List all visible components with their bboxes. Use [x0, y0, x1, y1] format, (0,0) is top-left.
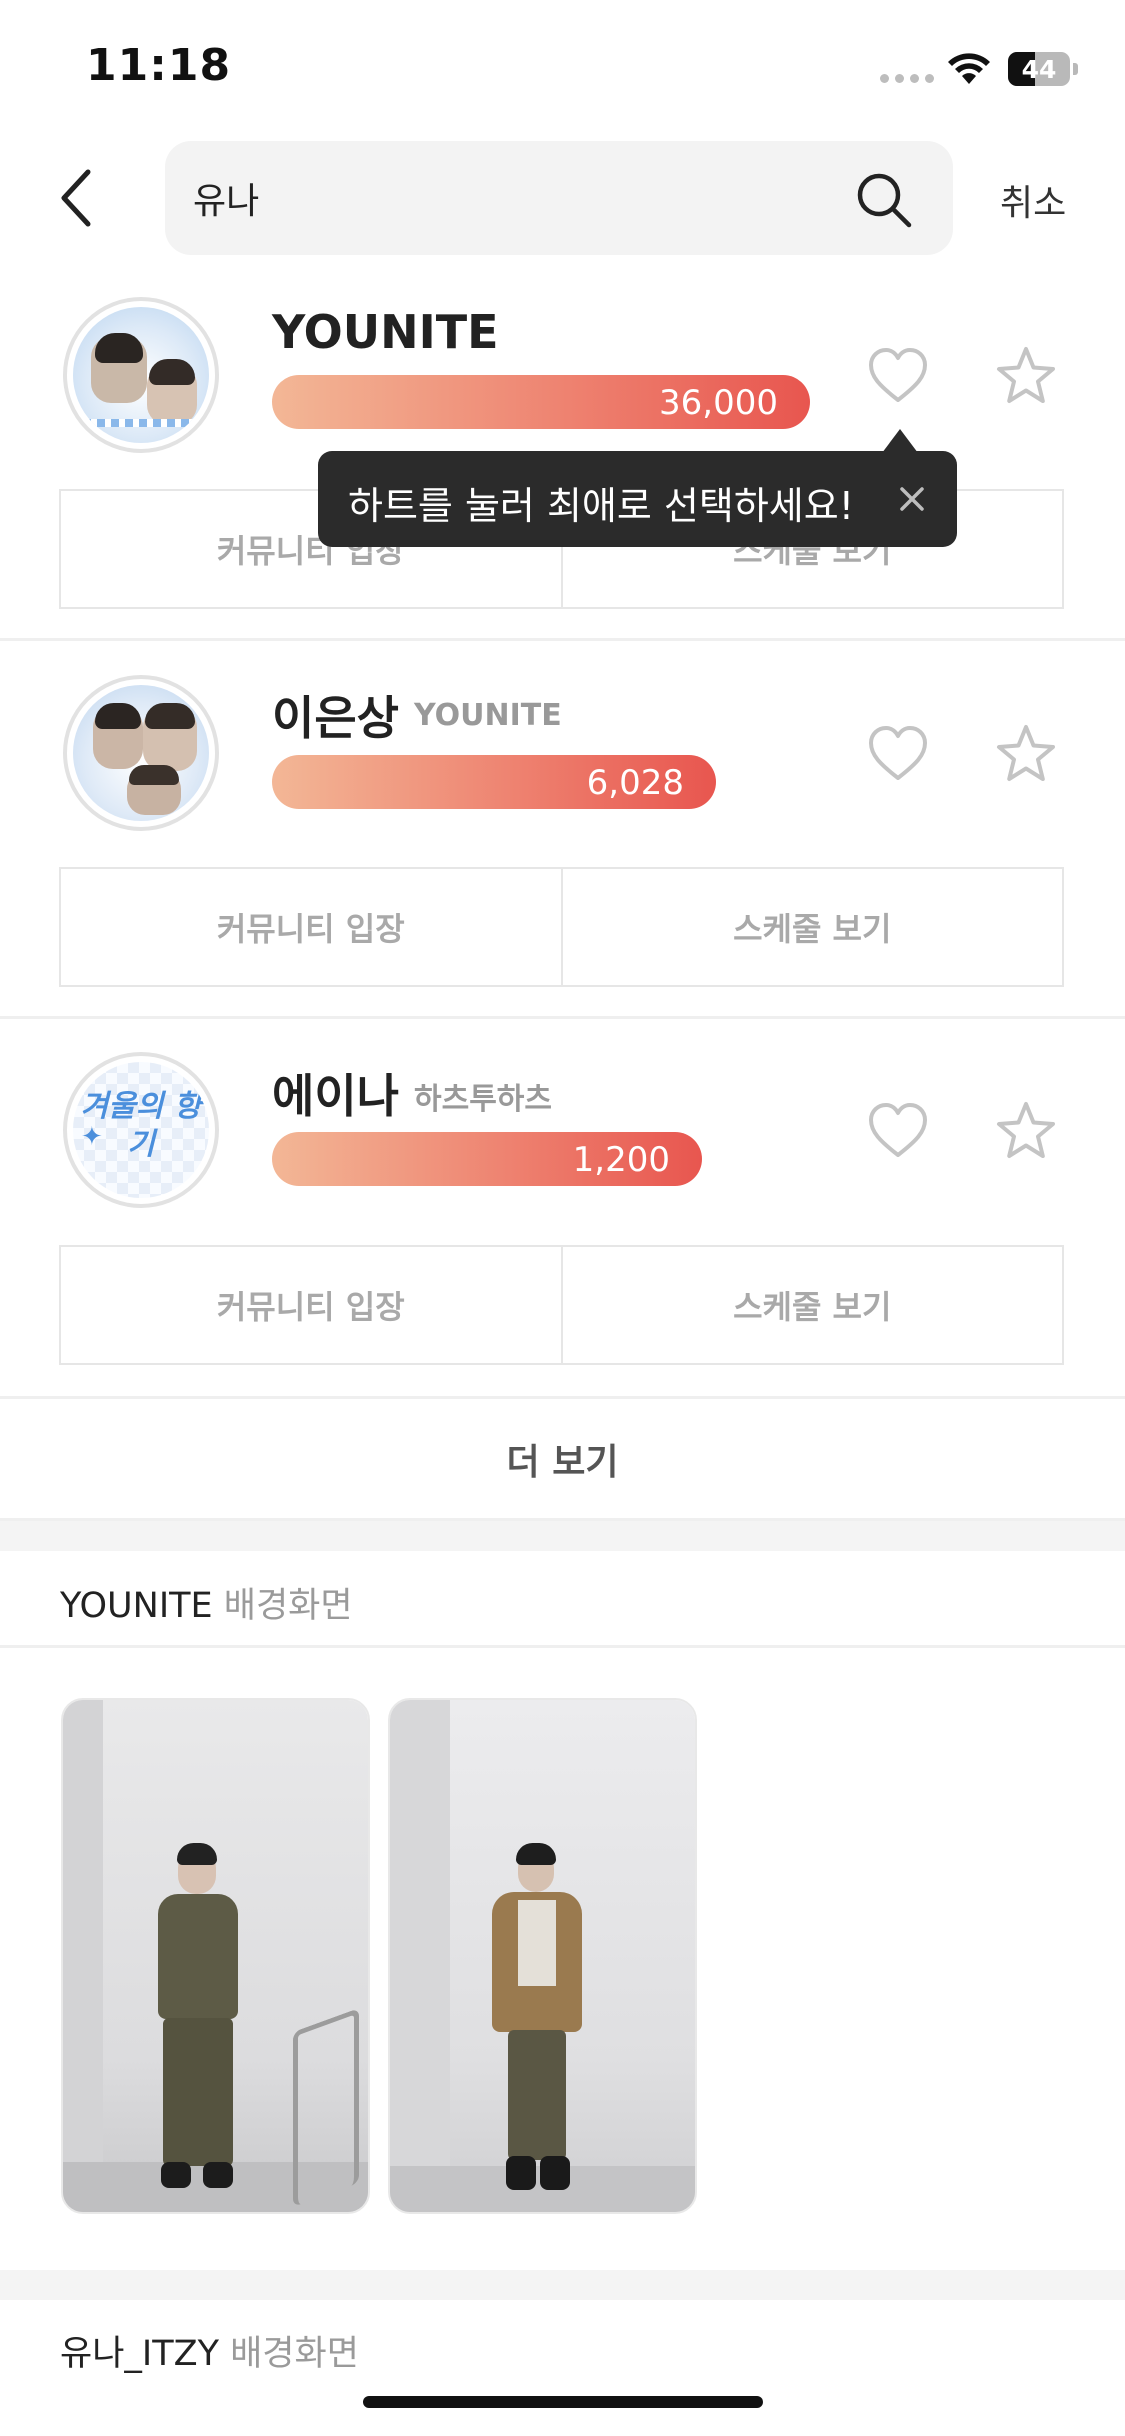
tooltip-arrow	[882, 429, 918, 453]
star-icon[interactable]	[994, 344, 1058, 408]
section-suffix: 배경화면	[230, 2334, 359, 2374]
divider	[0, 638, 1125, 641]
battery-level: 44	[1021, 55, 1057, 84]
heart-count-bar: 36,000	[272, 375, 810, 429]
ribbon-icon: ✦	[81, 1122, 103, 1152]
more-button[interactable]: 더 보기	[0, 1399, 1125, 1519]
battery-tip	[1073, 63, 1078, 75]
battery-icon: 44	[1008, 52, 1070, 86]
heart-count-bar: 6,028	[272, 755, 716, 809]
tooltip-text: 하트를 눌러 최애로 선택하세요!	[348, 484, 854, 528]
schedule-view-button[interactable]: 스케줄 보기	[560, 1247, 1063, 1363]
community-enter-button[interactable]: 커뮤니티 입장	[61, 1247, 561, 1363]
artist-group: 하츠투하츠	[414, 1082, 552, 1117]
wifi-icon	[948, 53, 990, 84]
heart-count: 6,028	[586, 763, 684, 803]
artist-action-buttons: 커뮤니티 입장 스케줄 보기	[59, 1245, 1064, 1365]
star-icon[interactable]	[994, 722, 1058, 786]
search-icon[interactable]	[855, 171, 913, 229]
divider	[0, 1016, 1125, 1019]
heart-icon[interactable]	[866, 346, 930, 406]
heart-count: 36,000	[659, 383, 778, 423]
wallpaper-section-title: YOUNITE 배경화면	[60, 1577, 353, 1628]
section-artist: 유나_ITZY	[60, 2334, 219, 2374]
artist-avatar[interactable]	[63, 297, 219, 453]
status-time: 11:18	[86, 40, 232, 91]
close-icon[interactable]	[896, 483, 928, 515]
community-enter-button[interactable]: 커뮤니티 입장	[61, 869, 561, 985]
artist-avatar[interactable]: 겨울의 향기 ✦	[63, 1052, 219, 1208]
artist-name: YOUNITE	[272, 305, 499, 359]
wallpaper-thumbnail[interactable]	[388, 1698, 697, 2214]
section-gap	[0, 1521, 1125, 1551]
search-input[interactable]	[193, 141, 793, 255]
artist-avatar[interactable]	[63, 675, 219, 831]
section-suffix: 배경화면	[223, 1586, 353, 1626]
cellular-signal-icon	[880, 74, 934, 83]
divider	[0, 1645, 1125, 1648]
section-gap	[0, 2270, 1125, 2300]
star-icon[interactable]	[994, 1099, 1058, 1163]
heart-count: 1,200	[572, 1140, 670, 1180]
favorite-tooltip: 하트를 눌러 최애로 선택하세요!	[318, 429, 957, 547]
wallpaper-thumbnail[interactable]	[61, 1698, 370, 2214]
artist-name: 에이나	[272, 1069, 399, 1123]
back-arrow-icon[interactable]	[56, 168, 96, 228]
heart-icon[interactable]	[866, 1101, 930, 1161]
cancel-button[interactable]: 취소	[1000, 174, 1066, 226]
home-indicator[interactable]	[363, 2396, 763, 2408]
artist-action-buttons: 커뮤니티 입장 스케줄 보기	[59, 867, 1064, 987]
wallpaper-section-title: 유나_ITZY 배경화면	[60, 2325, 359, 2376]
section-artist: YOUNITE	[60, 1586, 213, 1626]
artist-name: 이은상	[272, 691, 399, 745]
search-bar[interactable]	[165, 141, 953, 255]
heart-icon[interactable]	[866, 724, 930, 784]
schedule-view-button[interactable]: 스케줄 보기	[560, 869, 1063, 985]
heart-count-bar: 1,200	[272, 1132, 702, 1186]
artist-group: YOUNITE	[414, 698, 562, 733]
